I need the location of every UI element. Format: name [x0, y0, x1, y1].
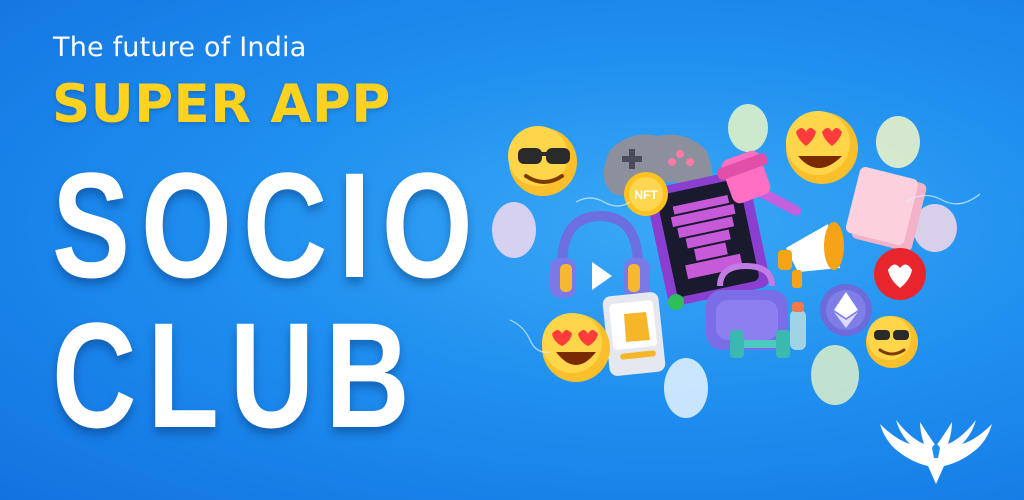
eagle-logo-icon: [880, 420, 992, 484]
brand-name-line1: SOCIO: [52, 141, 484, 309]
laughing-emoji-icon: [542, 313, 610, 382]
social-icons-cluster: NFT: [492, 104, 981, 418]
heart-eyes-emoji-icon: [786, 111, 858, 184]
sunglasses-emoji-icon: [508, 126, 577, 196]
super-app-heading: SUPER APP: [52, 74, 391, 135]
ethereum-coin-icon: [820, 284, 872, 336]
heart-badge-icon: [874, 248, 926, 300]
phone-shop-icon: [602, 292, 684, 376]
book-icon: [845, 167, 927, 252]
headphones-icon: [550, 210, 650, 298]
nft-badge-label: NFT: [634, 188, 658, 202]
tagline: The future of India: [53, 32, 307, 63]
cool-emoji-icon: [866, 316, 918, 368]
brand-name-line2: CLUB: [52, 291, 421, 459]
megaphone-icon: [778, 222, 844, 288]
promo-banner: The future of India SUPER APP SOCIO CLUB: [0, 0, 1024, 500]
